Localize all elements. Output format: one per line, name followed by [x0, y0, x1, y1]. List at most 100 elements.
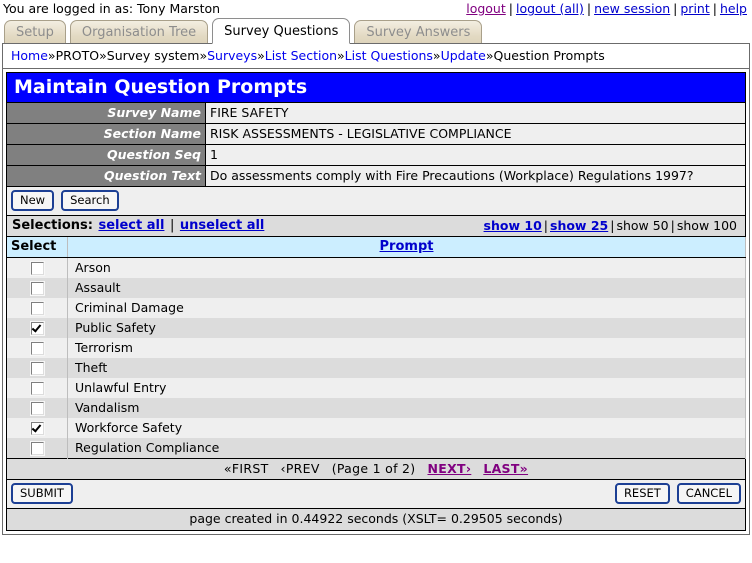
column-header-prompt: Prompt: [68, 237, 746, 258]
breadcrumb-delimiter: »: [99, 48, 107, 63]
page-generation-footer: page created in 0.44922 seconds (XSLT= 0…: [6, 509, 746, 531]
row-select-cell[interactable]: [7, 338, 68, 358]
table-row: Vandalism: [7, 398, 746, 418]
breadcrumb-delimiter: »: [486, 48, 494, 63]
row-select-cell[interactable]: [7, 438, 68, 459]
sort-by-prompt-link[interactable]: Prompt: [380, 239, 434, 254]
help-link[interactable]: help: [720, 1, 747, 16]
breadcrumb-list-questions[interactable]: List Questions: [345, 48, 433, 63]
info-value-survey-name: FIRE SAFETY: [206, 103, 746, 124]
logout-all-link[interactable]: logout (all): [516, 1, 584, 16]
form-button-left-group: SUBMIT: [11, 483, 73, 504]
page-size-separator: |: [671, 218, 675, 233]
main-tab-bar: Setup Organisation Tree Survey Questions…: [0, 18, 752, 44]
info-label-section-name: Section Name: [7, 124, 206, 145]
table-row: Regulation Compliance: [7, 438, 746, 459]
page-size-group: show 10|show 25|show 50|show 100: [482, 218, 739, 233]
reset-button[interactable]: RESET: [615, 483, 670, 504]
pager-last-link[interactable]: LAST»: [483, 461, 528, 476]
breadcrumb-update[interactable]: Update: [441, 48, 486, 63]
row-select-cell[interactable]: [7, 418, 68, 438]
breadcrumb-current: Question Prompts: [494, 48, 605, 63]
info-row-question-seq: Question Seq 1: [7, 145, 746, 166]
table-row: Criminal Damage: [7, 298, 746, 318]
logged-in-user-text: You are logged in as: Tony Marston: [3, 1, 220, 16]
selections-bar: Selections: select all | unselect all sh…: [6, 216, 746, 237]
application-page: You are logged in as: Tony Marston logou…: [0, 0, 752, 563]
row-checkbox[interactable]: [31, 362, 44, 375]
info-row-survey-name: Survey Name FIRE SAFETY: [7, 103, 746, 124]
tab-survey-answers[interactable]: Survey Answers: [354, 20, 482, 44]
breadcrumb-delimiter: »: [48, 48, 56, 63]
new-button[interactable]: New: [11, 190, 54, 211]
row-checkbox[interactable]: [31, 442, 44, 455]
info-row-section-name: Section Name RISK ASSESSMENTS - LEGISLAT…: [7, 124, 746, 145]
submit-button[interactable]: SUBMIT: [11, 483, 73, 504]
page-size-separator: |: [610, 218, 614, 233]
breadcrumb-delimiter: »: [337, 48, 345, 63]
breadcrumb: Home»PROTO»Survey system»Surveys»List Se…: [3, 44, 749, 69]
tab-setup[interactable]: Setup: [4, 20, 66, 44]
selections-separator: |: [170, 218, 174, 233]
row-checkbox[interactable]: [31, 342, 44, 355]
selections-label: Selections:: [12, 218, 93, 233]
table-row: Assault: [7, 278, 746, 298]
row-checkbox[interactable]: [31, 382, 44, 395]
row-checkbox[interactable]: [31, 262, 44, 275]
row-prompt: Assault: [68, 278, 746, 298]
prompt-list-table: Select Prompt Arson Assault C: [6, 237, 746, 459]
table-row: Terrorism: [7, 338, 746, 358]
show-25-link[interactable]: show 25: [550, 218, 608, 233]
row-select-cell[interactable]: [7, 378, 68, 398]
top-utility-links: logout|logout (all)|new session|print|he…: [465, 1, 748, 16]
row-checkbox[interactable]: [31, 402, 44, 415]
pager-first-disabled: «FIRST: [224, 461, 269, 476]
form-button-bar: SUBMIT RESET CANCEL: [6, 480, 746, 509]
row-select-cell[interactable]: [7, 318, 68, 338]
show-10-link[interactable]: show 10: [484, 218, 542, 233]
table-row: Arson: [7, 258, 746, 279]
new-session-link[interactable]: new session: [594, 1, 670, 16]
row-prompt: Criminal Damage: [68, 298, 746, 318]
row-select-cell[interactable]: [7, 278, 68, 298]
breadcrumb-delimiter: »: [433, 48, 441, 63]
selections-group: Selections: select all | unselect all: [12, 218, 265, 233]
row-checkbox[interactable]: [31, 302, 44, 315]
row-prompt: Terrorism: [68, 338, 746, 358]
logout-link[interactable]: logout: [466, 1, 506, 16]
info-label-survey-name: Survey Name: [7, 103, 206, 124]
action-button-strip: New Search: [6, 187, 746, 216]
table-row: Theft: [7, 358, 746, 378]
row-select-cell[interactable]: [7, 258, 68, 279]
row-select-cell[interactable]: [7, 358, 68, 378]
column-header-select: Select: [7, 237, 68, 258]
info-label-question-seq: Question Seq: [7, 145, 206, 166]
unselect-all-link[interactable]: unselect all: [180, 218, 264, 233]
row-checkbox[interactable]: [31, 422, 44, 435]
search-button[interactable]: Search: [61, 190, 119, 211]
table-row: Workforce Safety: [7, 418, 746, 438]
row-select-cell[interactable]: [7, 398, 68, 418]
breadcrumb-survey-system: Survey system: [107, 48, 200, 63]
row-prompt: Vandalism: [68, 398, 746, 418]
tab-survey-questions[interactable]: Survey Questions: [212, 18, 350, 44]
top-status-bar: You are logged in as: Tony Marston logou…: [0, 0, 752, 18]
breadcrumb-list-section[interactable]: List Section: [265, 48, 337, 63]
pager-next-link[interactable]: NEXT›: [427, 461, 471, 476]
form-button-right-group: RESET CANCEL: [608, 483, 741, 504]
row-prompt: Theft: [68, 358, 746, 378]
info-value-question-text: Do assessments comply with Fire Precauti…: [206, 166, 746, 187]
print-link[interactable]: print: [680, 1, 709, 16]
row-checkbox[interactable]: [31, 322, 44, 335]
link-separator: |: [713, 1, 717, 16]
breadcrumb-surveys[interactable]: Surveys: [207, 48, 257, 63]
select-all-link[interactable]: select all: [98, 218, 164, 233]
row-prompt: Regulation Compliance: [68, 438, 746, 459]
breadcrumb-home[interactable]: Home: [11, 48, 48, 63]
tab-organisation-tree[interactable]: Organisation Tree: [70, 20, 208, 44]
question-info-table: Survey Name FIRE SAFETY Section Name RIS…: [6, 102, 746, 187]
row-checkbox[interactable]: [31, 282, 44, 295]
cancel-button[interactable]: CANCEL: [677, 483, 741, 504]
page-title: Maintain Question Prompts: [6, 72, 746, 102]
row-select-cell[interactable]: [7, 298, 68, 318]
